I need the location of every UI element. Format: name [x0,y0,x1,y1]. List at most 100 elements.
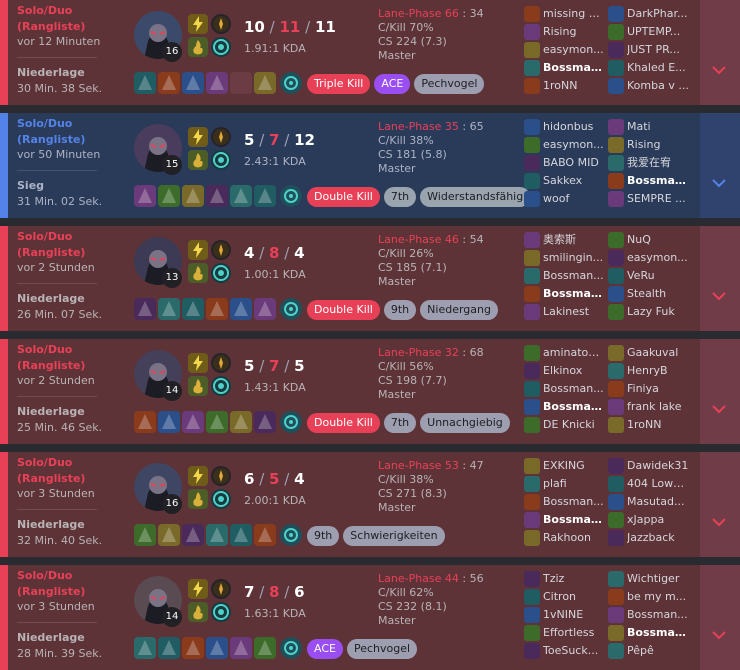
trinket-ward-icon[interactable] [280,524,302,546]
trinket-ward-icon[interactable] [280,637,302,659]
participant[interactable]: DarkPhar... [608,5,688,23]
item-icon[interactable] [158,185,180,207]
participant[interactable]: Sakkex [524,172,604,190]
match-card[interactable]: Solo/Duo (Rangliste) vor 12 Minuten Niederl… [0,0,740,105]
item-icon[interactable] [158,411,180,433]
keystone-rune-icon[interactable] [211,466,231,486]
item-icon[interactable] [134,637,156,659]
item-icon[interactable] [158,72,180,94]
secondary-rune-icon[interactable] [211,376,231,396]
participant[interactable]: DE Knicki [524,416,604,434]
participant[interactable]: Bossman... [524,380,604,398]
secondary-rune-icon[interactable] [211,150,231,170]
secondary-rune-icon[interactable] [211,37,231,57]
participant[interactable]: woof [524,190,604,208]
secondary-rune-icon[interactable] [211,602,231,622]
match-card[interactable]: Solo/Duo (Rangliste) vor 50 Minuten Sieg 31 … [0,113,740,218]
item-icon[interactable] [206,185,228,207]
flash-spell-icon[interactable] [188,127,208,147]
ignite-spell-icon[interactable] [188,602,208,622]
participant[interactable]: Citron [524,588,604,606]
participant[interactable]: Komba v ... [608,77,688,95]
secondary-rune-icon[interactable] [211,489,231,509]
participant[interactable]: 奥索斯 [524,231,604,249]
participant[interactable]: Jazzback [608,529,688,547]
participant[interactable]: Lakinest [524,303,604,321]
expand-button[interactable] [700,339,740,444]
participant[interactable]: Khaled E... [608,59,688,77]
secondary-rune-icon[interactable] [211,263,231,283]
ignite-spell-icon[interactable] [188,489,208,509]
participant[interactable]: 404 Lowk... [608,475,688,493]
participant[interactable]: Stealth [608,285,688,303]
participant[interactable]: Pêpê [608,642,688,660]
item-icon[interactable] [182,411,204,433]
ignite-spell-icon[interactable] [188,37,208,57]
item-icon[interactable] [254,411,276,433]
participant[interactable]: Wichtiger [608,570,688,588]
participant[interactable]: frank lake [608,398,688,416]
participant[interactable]: JUST PR... [608,41,688,59]
participant[interactable]: Bossman... [524,59,604,77]
participant[interactable]: Bossman... [524,285,604,303]
participant[interactable]: Bossman... [524,493,604,511]
match-card[interactable]: Solo/Duo (Rangliste) vor 3 Stunden Niederla… [0,565,740,670]
participant[interactable]: UPTEMP... [608,23,688,41]
item-icon[interactable] [230,298,252,320]
item-icon[interactable] [206,411,228,433]
participant[interactable]: Rising [524,23,604,41]
participant[interactable]: Dawidek31 [608,457,688,475]
keystone-rune-icon[interactable] [211,240,231,260]
match-card[interactable]: Solo/Duo (Rangliste) vor 3 Stunden Niederla… [0,452,740,557]
item-icon[interactable] [182,298,204,320]
item-icon[interactable] [206,524,228,546]
trinket-ward-icon[interactable] [280,298,302,320]
participant[interactable]: easymon... [608,249,688,267]
item-icon[interactable] [230,185,252,207]
participant[interactable]: smilingin... [524,249,604,267]
item-icon[interactable] [134,524,156,546]
participant[interactable]: EXKING [524,457,604,475]
expand-button[interactable] [700,565,740,670]
participant[interactable]: Rakhoon [524,529,604,547]
participant[interactable]: 1roNN [524,77,604,95]
keystone-rune-icon[interactable] [211,353,231,373]
participant[interactable]: ToeSuck... [524,642,604,660]
flash-spell-icon[interactable] [188,579,208,599]
participant[interactable]: NuQ [608,231,688,249]
flash-spell-icon[interactable] [188,466,208,486]
flash-spell-icon[interactable] [188,240,208,260]
item-icon[interactable] [206,298,228,320]
expand-button[interactable] [700,0,740,105]
participant[interactable]: be my m... [608,588,688,606]
flash-spell-icon[interactable] [188,14,208,34]
item-icon[interactable] [158,524,180,546]
participant[interactable]: SEMPRE ... [608,190,688,208]
participant[interactable]: Gaakuval [608,344,688,362]
participant[interactable]: plafi [524,475,604,493]
item-icon[interactable] [182,185,204,207]
item-icon[interactable] [134,298,156,320]
participant[interactable]: easymon... [524,41,604,59]
participant[interactable]: BABO MID [524,154,604,172]
participant[interactable]: aminatoo... [524,344,604,362]
trinket-ward-icon[interactable] [280,185,302,207]
item-icon[interactable] [254,72,276,94]
participant[interactable]: Bossman... [524,511,604,529]
participant[interactable]: missing h... [524,5,604,23]
ignite-spell-icon[interactable] [188,263,208,283]
participant[interactable]: HenryB [608,362,688,380]
participant[interactable]: Rising [608,136,688,154]
keystone-rune-icon[interactable] [211,579,231,599]
item-icon[interactable] [230,524,252,546]
participant[interactable]: 1roNN [608,416,688,434]
item-icon[interactable] [182,637,204,659]
item-icon[interactable] [254,637,276,659]
participant[interactable]: easymon... [524,136,604,154]
flash-spell-icon[interactable] [188,353,208,373]
item-icon[interactable] [134,185,156,207]
participant[interactable]: Elkinox [524,362,604,380]
participant[interactable]: Mati [608,118,688,136]
item-icon[interactable] [230,411,252,433]
participant[interactable]: Bossman... [608,624,688,642]
